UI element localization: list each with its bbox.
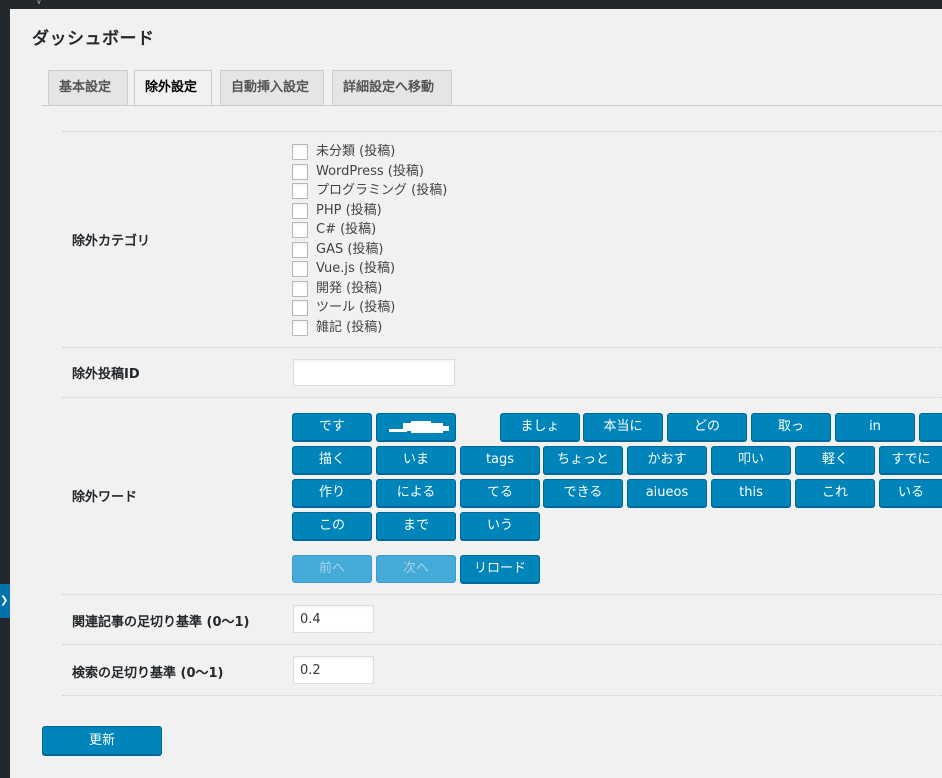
admin-bar: ∨: [0, 0, 942, 9]
exclude-word-button[interactable]: 作り: [292, 479, 372, 507]
exclude-post-id-label: 除外投稿ID: [72, 367, 140, 382]
exclude-word-button[interactable]: この: [292, 512, 372, 540]
category-checkbox[interactable]: [292, 222, 308, 238]
category-label: GAS (投稿): [316, 242, 384, 257]
category-label: WordPress (投稿): [316, 164, 424, 179]
exclude-word-button[interactable]: いま: [376, 446, 456, 474]
category-checkbox[interactable]: [292, 242, 308, 258]
related-threshold-label: 関連記事の足切り基準 (0〜1): [72, 615, 250, 630]
menu-collapse-arrow-icon[interactable]: ❯: [0, 584, 10, 618]
exclude-word-button[interactable]: tags: [460, 446, 540, 474]
exclude-word-button[interactable]: 軽く: [795, 446, 875, 474]
row-divider: [62, 695, 942, 696]
category-checkbox[interactable]: [292, 203, 308, 219]
exclude-word-button[interactable]: 取っ: [751, 413, 831, 441]
exclude-words-label: 除外ワード: [72, 490, 138, 505]
tab-basic-settings[interactable]: 基本設定: [48, 70, 128, 106]
tab-advanced-settings[interactable]: 詳細設定へ移動: [332, 70, 452, 106]
row-divider: [62, 397, 942, 398]
category-label: PHP (投稿): [316, 203, 382, 218]
exclude-word-button[interactable]: による: [376, 479, 456, 507]
update-button[interactable]: 更新: [42, 726, 162, 755]
redacted-mark: [389, 419, 449, 435]
admin-bar-icon: ∨: [36, 0, 42, 6]
exclude-word-button[interactable]: どの: [667, 413, 747, 441]
exclude-word-button[interactable]: てる: [460, 479, 540, 507]
category-label: Vue.js (投稿): [316, 261, 396, 276]
category-label: 開発 (投稿): [316, 281, 383, 296]
exclude-word-button[interactable]: すでに: [879, 446, 942, 474]
row-divider: [62, 347, 942, 348]
exclude-word-button[interactable]: 本当に: [583, 413, 663, 441]
exclude-word-button[interactable]: in: [835, 413, 915, 441]
row-divider: [62, 594, 942, 595]
exclude-word-button[interactable]: ましょ: [500, 413, 580, 441]
exclude-post-id-input[interactable]: [293, 359, 455, 386]
tabs-divider: [42, 105, 942, 106]
admin-menu: ❯: [0, 9, 10, 778]
exclude-word-button[interactable]: いう: [460, 512, 540, 540]
category-checkbox[interactable]: [292, 164, 308, 180]
category-checkbox[interactable]: [292, 281, 308, 297]
reload-button[interactable]: リロード: [460, 555, 540, 583]
category-checkbox[interactable]: [292, 261, 308, 277]
exclude-word-button[interactable]: まで: [376, 512, 456, 540]
exclude-word-button[interactable]: 叩い: [711, 446, 791, 474]
exclude-word-button[interactable]: 描く: [292, 446, 372, 474]
exclude-word-button[interactable]: できる: [543, 479, 623, 507]
exclude-word-button[interactable]: いる: [879, 479, 942, 507]
category-checkbox[interactable]: [292, 144, 308, 160]
tab-auto-insert-settings[interactable]: 自動挿入設定: [220, 70, 324, 106]
category-checkbox[interactable]: [292, 183, 308, 199]
exclude-word-button[interactable]: です: [292, 413, 372, 441]
row-divider: [62, 131, 942, 132]
category-checkbox[interactable]: [292, 300, 308, 316]
row-divider: [62, 644, 942, 645]
category-label: ツール (投稿): [316, 300, 396, 315]
prev-page-button[interactable]: 前へ: [292, 555, 372, 583]
page-title: ダッシュボード: [32, 29, 155, 49]
search-threshold-input[interactable]: [293, 656, 374, 684]
exclude-word-button[interactable]: aiueos: [627, 479, 707, 507]
category-label: 未分類 (投稿): [316, 144, 396, 159]
exclude-word-button[interactable]: これ: [795, 479, 875, 507]
tab-exclude-settings[interactable]: 除外設定: [134, 70, 212, 107]
exclude-category-label: 除外カテゴリ: [72, 234, 151, 249]
exclude-word-button[interactable]: this: [711, 479, 791, 507]
next-page-button[interactable]: 次へ: [376, 555, 456, 583]
exclude-word-button[interactable]: ちょっと: [543, 446, 623, 474]
exclude-word-button-redacted[interactable]: [376, 413, 456, 441]
related-threshold-input[interactable]: [293, 605, 374, 633]
category-label: C# (投稿): [316, 222, 377, 237]
search-threshold-label: 検索の足切り基準 (0〜1): [72, 666, 224, 681]
exclude-word-button-partial[interactable]: [919, 413, 942, 441]
category-label: 雑記 (投稿): [316, 320, 383, 335]
category-checkbox[interactable]: [292, 320, 308, 336]
exclude-word-button[interactable]: かおす: [627, 446, 707, 474]
category-label: プログラミング (投稿): [316, 183, 448, 198]
